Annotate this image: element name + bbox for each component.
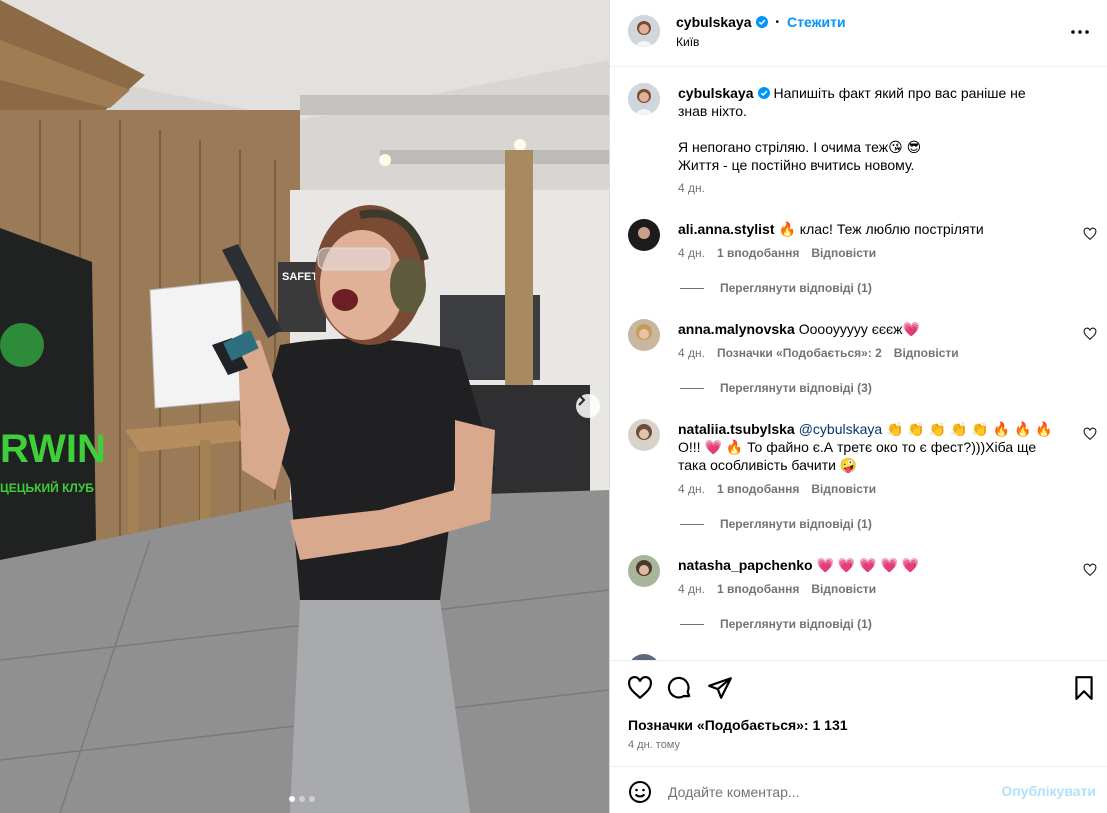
reply-button[interactable]: Відповісти xyxy=(811,582,876,596)
comment-mention[interactable]: @cybulskaya xyxy=(799,421,882,437)
comment-input[interactable] xyxy=(668,778,1008,806)
heart-icon[interactable] xyxy=(1083,327,1097,341)
chevron-right-icon xyxy=(578,394,586,406)
comments-list: cybulskaya Напишіть факт який про вас ран… xyxy=(610,68,1107,660)
view-replies-button[interactable]: Переглянути відповіді (1) xyxy=(680,517,872,531)
view-replies-label: Переглянути відповіді (1) xyxy=(720,517,872,531)
view-replies-button[interactable]: Переглянути відповіді (1) xyxy=(680,617,872,631)
bookmark-icon[interactable] xyxy=(1071,675,1097,701)
post-date[interactable]: 4 дн. тому xyxy=(628,739,680,751)
action-bar: Позначки «Подобається»: 1 131 4 дн. тому xyxy=(610,660,1107,766)
caption-line-4: Життя - це постійно вчитись новому. xyxy=(678,157,915,173)
follow-button[interactable]: Стежити xyxy=(787,14,846,30)
reply-button[interactable]: Відповісти xyxy=(811,482,876,496)
comment-body: 💗 💗 💗 💗 💗 xyxy=(816,557,920,573)
likes-count[interactable]: Позначки «Подобається»: 1 131 xyxy=(628,717,848,733)
heart-icon[interactable] xyxy=(1083,227,1097,241)
comment-icon[interactable] xyxy=(667,675,693,701)
comment-likes[interactable]: 1 вподобання xyxy=(717,246,799,260)
view-replies-button[interactable]: Переглянути відповіді (3) xyxy=(680,381,872,395)
comment-meta: 4 дн. 1 вподобання Відповісти xyxy=(678,482,876,496)
more-options-button[interactable] xyxy=(1068,20,1092,44)
separator-dot: • xyxy=(775,16,780,28)
view-replies-button[interactable]: Переглянути відповіді (1) xyxy=(680,281,872,295)
comment-meta: 4 дн. 1 вподобання Відповісти xyxy=(678,246,876,260)
photo-scene: SAFETY RWIN ЦЕЦЬКИЙ КЛУБ xyxy=(0,0,609,813)
comment-avatar[interactable] xyxy=(628,419,660,451)
reply-button[interactable]: Відповісти xyxy=(811,246,876,260)
emoji-icon[interactable] xyxy=(628,780,652,804)
view-replies-label: Переглянути відповіді (1) xyxy=(720,281,872,295)
comment-age[interactable]: 4 дн. xyxy=(678,246,705,260)
carousel-dot xyxy=(299,796,305,802)
comment-username[interactable]: anna.malynovska xyxy=(678,321,795,337)
comment-likes[interactable]: Позначки «Подобається»: 2 xyxy=(717,346,882,360)
heart-icon[interactable] xyxy=(1083,427,1097,441)
comment-age[interactable]: 4 дн. xyxy=(678,482,705,496)
more-icon xyxy=(1071,30,1089,34)
post-caption: cybulskaya Напишіть факт який про вас ран… xyxy=(678,84,1058,120)
replies-divider-line xyxy=(680,623,704,625)
comment-text: ali.anna.stylist 🔥 клас! Теж люблю пострі… xyxy=(678,220,1058,238)
banner-text: RWIN xyxy=(0,427,106,471)
post-sidebar: cybulskaya • Стежити Київ cybulskaya Напи… xyxy=(609,0,1107,813)
comment-body: Ооооууууу єєєж💗 xyxy=(798,321,920,337)
comment-avatar[interactable] xyxy=(628,319,660,351)
comment-age[interactable]: 4 дн. xyxy=(678,346,705,360)
carousel-dot xyxy=(309,796,315,802)
author-username[interactable]: cybulskaya xyxy=(676,14,752,30)
author-avatar[interactable] xyxy=(628,15,660,47)
add-comment-bar: Опублікувати xyxy=(610,766,1107,813)
carousel-next-button[interactable] xyxy=(576,394,600,418)
verified-badge-icon xyxy=(755,16,768,28)
view-replies-label: Переглянути відповіді (1) xyxy=(720,617,872,631)
verified-badge-icon xyxy=(757,87,770,99)
view-replies-label: Переглянути відповіді (3) xyxy=(720,381,872,395)
comment-avatar[interactable] xyxy=(628,219,660,251)
heart-icon[interactable] xyxy=(627,675,653,701)
post-location[interactable]: Київ xyxy=(676,35,699,49)
post-header: cybulskaya • Стежити Київ xyxy=(610,0,1107,67)
replies-divider-line xyxy=(680,523,704,525)
banner-subtext: ЦЕЦЬКИЙ КЛУБ xyxy=(0,480,94,495)
heart-icon[interactable] xyxy=(1083,563,1097,577)
caption-username[interactable]: cybulskaya xyxy=(678,85,754,101)
comment-meta: 4 дн. Позначки «Подобається»: 2 Відповіс… xyxy=(678,346,959,360)
comment-username[interactable]: ali.anna.stylist xyxy=(678,221,774,237)
post-photo: SAFETY RWIN ЦЕЦЬКИЙ КЛУБ xyxy=(0,0,609,813)
comment-likes[interactable]: 1 вподобання xyxy=(717,482,799,496)
carousel-dot-active xyxy=(289,796,295,802)
comment-body: 🔥 клас! Теж люблю постріляти xyxy=(778,221,984,237)
comment-avatar[interactable] xyxy=(628,555,660,587)
comment-username[interactable]: nataliia.tsubylska xyxy=(678,421,795,437)
caption-meta: 4 дн. xyxy=(678,181,705,195)
comment-likes[interactable]: 1 вподобання xyxy=(717,582,799,596)
comment-text: anna.malynovska Ооооууууу єєєж💗 xyxy=(678,320,1058,338)
share-icon[interactable] xyxy=(707,675,733,701)
comment-text: nataliia.tsubylska @cybulskaya 👏 👏 👏 👏 👏 … xyxy=(678,420,1058,474)
comment-meta: 4 дн. 1 вподобання Відповісти xyxy=(678,582,876,596)
comment-username[interactable]: natasha_papchenko xyxy=(678,557,813,573)
caption-age[interactable]: 4 дн. xyxy=(678,181,705,195)
caption-author-avatar[interactable] xyxy=(628,83,660,115)
replies-divider-line xyxy=(680,387,704,389)
comment-text: natasha_papchenko 💗 💗 💗 💗 💗 xyxy=(678,556,1058,574)
reply-button[interactable]: Відповісти xyxy=(894,346,959,360)
publish-button[interactable]: Опублікувати xyxy=(1001,783,1096,799)
replies-divider-line xyxy=(680,287,704,289)
caption-line-3: Я непогано стріляю. І очима теж😘 😎 xyxy=(678,139,922,155)
comment-age[interactable]: 4 дн. xyxy=(678,582,705,596)
carousel-dots xyxy=(289,796,315,802)
